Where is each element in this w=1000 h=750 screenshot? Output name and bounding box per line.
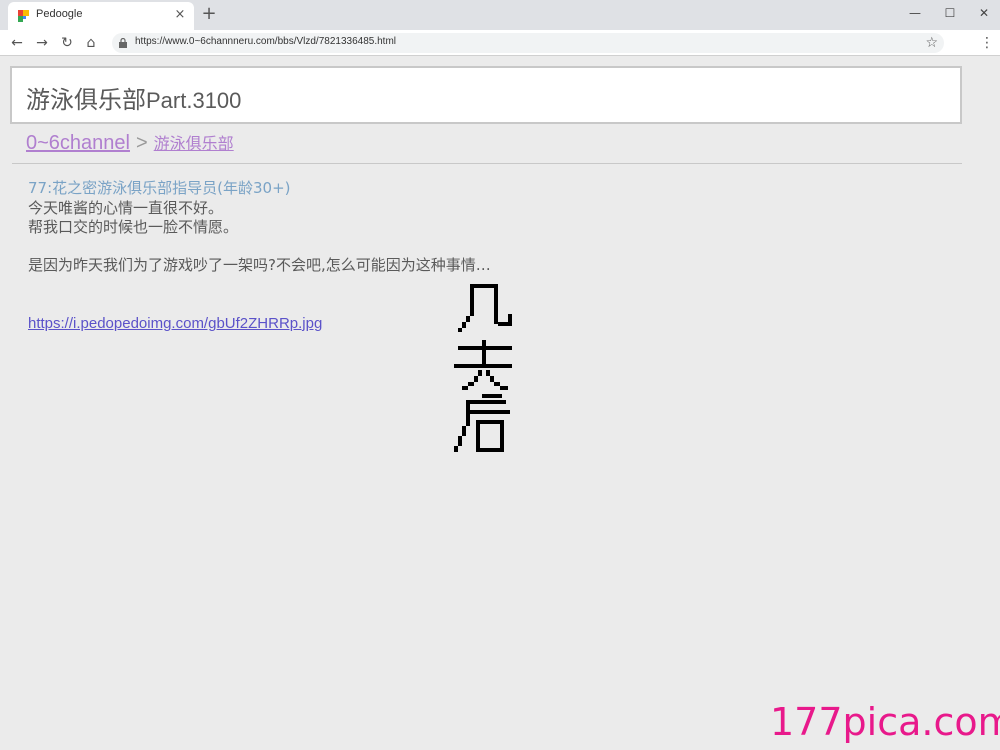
pixel-art-text-image — [454, 284, 512, 452]
browser-tab[interactable]: Pedoogle × — [8, 2, 194, 30]
home-icon[interactable]: ⌂ — [80, 32, 102, 54]
address-bar[interactable]: https://www.0~6channneru.com/bbs/Vlzd/78… — [112, 33, 944, 53]
reload-icon[interactable]: ↻ — [56, 32, 78, 54]
tab-strip: Pedoogle × + — ☐ ✕ — [0, 0, 1000, 30]
post-line: 今天唯酱的心情一直很不好。 — [28, 199, 224, 217]
page-title: 游泳俱乐部Part.3100 — [26, 80, 241, 115]
minimize-icon[interactable]: — — [895, 0, 935, 28]
watermark-text: 177pica.com — [770, 700, 1000, 744]
pedoogle-favicon — [18, 10, 29, 22]
close-icon[interactable]: × — [172, 7, 188, 23]
breadcrumb-home-link[interactable]: 0~6channel — [26, 132, 130, 154]
title-part: Part.3100 — [146, 88, 242, 113]
breadcrumb-current-link[interactable]: 游泳俱乐部 — [154, 134, 234, 153]
post: 77:花之密游泳俱乐部指导员(年龄30+) 今天唯酱的心情一直很不好。 帮我口交… — [28, 178, 728, 334]
image-link[interactable]: https://i.pedopedoimg.com/gbUf2ZHRRp.jpg — [28, 315, 322, 332]
post-line: 是因为昨天我们为了游戏吵了一架吗?不会吧,怎么可能因为这种事情… — [28, 256, 491, 274]
post-line: 帮我口交的时候也一脸不情愿。 — [28, 218, 239, 236]
lock-icon — [119, 38, 127, 48]
arrow-right-icon[interactable]: → — [31, 32, 53, 54]
window-close-icon[interactable]: ✕ — [964, 0, 1000, 28]
title-main: 游泳俱乐部 — [26, 86, 146, 114]
star-icon[interactable]: ☆ — [925, 34, 938, 52]
plus-icon[interactable]: + — [200, 4, 218, 24]
breadcrumb: 0~6channel > 游泳俱乐部 — [26, 130, 234, 156]
kebab-menu-icon[interactable]: ⋮ — [980, 34, 994, 52]
tab-title: Pedoogle — [36, 8, 83, 20]
arrow-left-icon[interactable]: ← — [6, 32, 28, 54]
browser-toolbar: ← → ↻ ⌂ https://www.0~6channneru.com/bbs… — [0, 30, 1000, 56]
divider — [12, 163, 962, 164]
breadcrumb-separator: > — [135, 132, 148, 154]
thread-title-box: 游泳俱乐部Part.3100 — [10, 66, 962, 124]
post-header: 77:花之密游泳俱乐部指导员(年龄30+) — [28, 179, 291, 197]
url-text: https://www.0~6channneru.com/bbs/Vlzd/78… — [135, 36, 396, 47]
